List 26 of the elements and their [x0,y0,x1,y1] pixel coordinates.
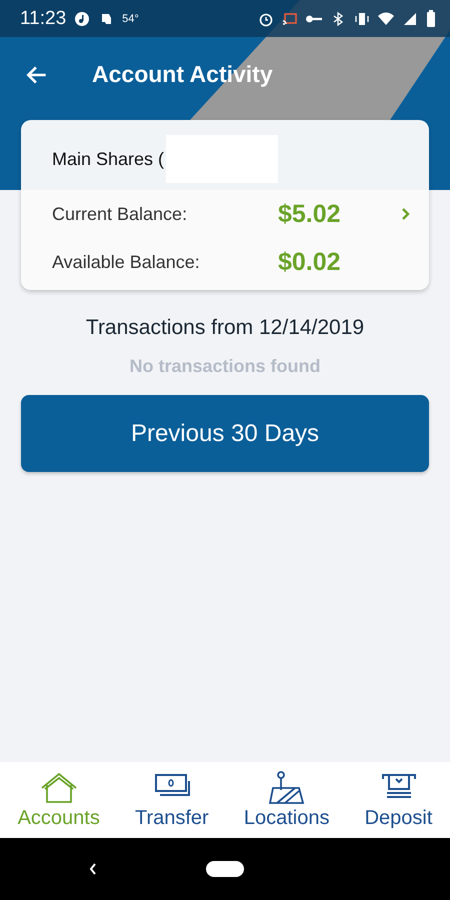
back-icon[interactable] [88,861,98,877]
house-icon [38,770,79,804]
vibrate-icon [354,10,370,26]
signal-icon [402,10,418,26]
battery-icon [426,10,436,28]
chevron-icon[interactable] [401,207,411,221]
balance-amount: $5.02 [278,200,342,228]
home-pill[interactable] [206,861,244,877]
balance-amount: $0.02 [278,248,342,276]
map-pin-icon [266,770,307,804]
nav-tab[interactable]: Locations [240,762,334,838]
balance-label: Current Balance: [52,204,188,224]
account-card[interactable]: Main Shares ( Current Balance: $5.02 Available Balance: $0.02 [21,120,429,290]
previous-30-days-button[interactable]: Previous 30 Days [21,395,429,472]
alarm-icon [258,10,274,26]
music-icon [74,10,90,26]
cast-icon [282,10,298,26]
nav-tab[interactable]: Transfer [130,762,213,838]
empty-message: No transactions found [129,356,320,377]
wifi-icon [378,10,394,26]
balance-label: Available Balance: [52,252,201,272]
transactions-heading: Transactions from 12/14/2019 [86,316,364,340]
account-name: Main Shares ( [52,148,164,170]
temperature: 54° [122,12,139,24]
nav-tab[interactable]: Deposit [360,762,436,838]
clock: 11:23 [20,8,66,30]
